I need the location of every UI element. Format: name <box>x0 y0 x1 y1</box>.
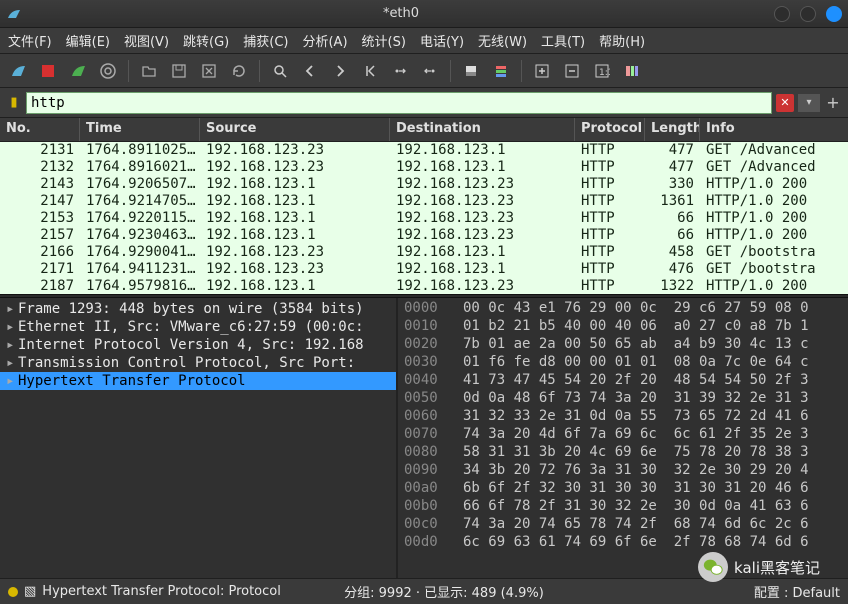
save-file-button[interactable] <box>167 59 191 83</box>
zoom-out-button[interactable] <box>560 59 584 83</box>
hex-line[interactable]: 0090 34 3b 20 72 76 3a 31 30 32 2e 30 29… <box>404 462 842 480</box>
hex-line[interactable]: 00b0 66 6f 78 2f 31 30 32 2e 30 0d 0a 41… <box>404 498 842 516</box>
go-first-button[interactable] <box>388 59 412 83</box>
menu-help[interactable]: 帮助(H) <box>599 31 645 50</box>
go-to-packet-button[interactable] <box>358 59 382 83</box>
status-field: Hypertext Transfer Protocol: Protocol <box>42 584 281 599</box>
find-button[interactable] <box>268 59 292 83</box>
packet-row[interactable]: 21431764.9206507…192.168.123.1192.168.12… <box>0 176 848 193</box>
reload-button[interactable] <box>227 59 251 83</box>
packet-row[interactable]: 21321764.8916021…192.168.123.23192.168.1… <box>0 159 848 176</box>
maximize-button[interactable] <box>800 6 816 22</box>
start-capture-button[interactable] <box>6 59 30 83</box>
col-protocol[interactable]: Protocol <box>575 118 645 141</box>
packet-list[interactable]: 21311764.8911025…192.168.123.23192.168.1… <box>0 142 848 294</box>
clear-filter-button[interactable]: ✕ <box>776 94 794 112</box>
auto-scroll-button[interactable] <box>459 59 483 83</box>
menu-file[interactable]: 文件(F) <box>8 31 52 50</box>
svg-text:1:1: 1:1 <box>599 68 610 78</box>
app-icon <box>6 6 22 22</box>
expert-info-icon[interactable] <box>8 587 18 597</box>
packet-bytes-pane[interactable]: 0000 00 0c 43 e1 76 29 00 0c 29 c6 27 59… <box>398 298 848 578</box>
menu-telephony[interactable]: 电话(Y) <box>420 31 464 50</box>
hex-line[interactable]: 0060 31 32 33 2e 31 0d 0a 55 73 65 72 2d… <box>404 408 842 426</box>
window-controls <box>774 6 842 22</box>
col-destination[interactable]: Destination <box>390 118 575 141</box>
packet-details-pane[interactable]: ▸Frame 1293: 448 bytes on wire (3584 bit… <box>0 298 398 578</box>
menubar: 文件(F) 编辑(E) 视图(V) 跳转(G) 捕获(C) 分析(A) 统计(S… <box>0 28 848 54</box>
packet-row[interactable]: 21711764.9411231…192.168.123.23192.168.1… <box>0 261 848 278</box>
tree-ip[interactable]: ▸Internet Protocol Version 4, Src: 192.1… <box>0 336 396 354</box>
go-back-button[interactable] <box>298 59 322 83</box>
titlebar: *eth0 <box>0 0 848 28</box>
restart-capture-button[interactable] <box>66 59 90 83</box>
window-title: *eth0 <box>28 6 774 21</box>
go-last-button[interactable] <box>418 59 442 83</box>
hex-line[interactable]: 0010 01 b2 21 b5 40 00 40 06 a0 27 c0 a8… <box>404 318 842 336</box>
hex-line[interactable]: 00d0 6c 69 63 61 74 69 6f 6e 2f 78 68 74… <box>404 534 842 552</box>
packet-row[interactable]: 21531764.9220115…192.168.123.1192.168.12… <box>0 210 848 227</box>
menu-view[interactable]: 视图(V) <box>124 31 169 50</box>
packet-row[interactable]: 21661764.9290041…192.168.123.23192.168.1… <box>0 244 848 261</box>
menu-capture[interactable]: 捕获(C) <box>243 31 288 50</box>
col-no[interactable]: No. <box>0 118 80 141</box>
hex-line[interactable]: 0050 0d 0a 48 6f 73 74 3a 20 31 39 32 2e… <box>404 390 842 408</box>
capture-file-icon[interactable]: ▧ <box>24 584 36 599</box>
filter-bar: ▮ ✕ ▾ + <box>0 88 848 118</box>
statusbar: ▧ Hypertext Transfer Protocol: Protocol … <box>0 578 848 604</box>
display-filter-input[interactable] <box>26 92 772 114</box>
status-profile[interactable]: 配置 : Default <box>754 582 840 601</box>
hex-line[interactable]: 0030 01 f6 fe d8 00 00 01 01 08 0a 7c 0e… <box>404 354 842 372</box>
capture-options-button[interactable] <box>96 59 120 83</box>
packet-row[interactable]: 21471764.9214705…192.168.123.1192.168.12… <box>0 193 848 210</box>
menu-go[interactable]: 跳转(G) <box>183 31 229 50</box>
tree-frame[interactable]: ▸Frame 1293: 448 bytes on wire (3584 bit… <box>0 300 396 318</box>
go-forward-button[interactable] <box>328 59 352 83</box>
zoom-reset-button[interactable]: 1:1 <box>590 59 614 83</box>
close-file-button[interactable] <box>197 59 221 83</box>
filter-dropdown-button[interactable]: ▾ <box>798 94 820 112</box>
menu-edit[interactable]: 编辑(E) <box>66 31 110 50</box>
tree-ethernet[interactable]: ▸Ethernet II, Src: VMware_c6:27:59 (00:0… <box>0 318 396 336</box>
hex-line[interactable]: 0020 7b 01 ae 2a 00 50 65 ab a4 b9 30 4c… <box>404 336 842 354</box>
col-info[interactable]: Info <box>700 118 848 141</box>
stop-capture-button[interactable] <box>36 59 60 83</box>
col-source[interactable]: Source <box>200 118 390 141</box>
col-length[interactable]: Length <box>645 118 700 141</box>
zoom-in-button[interactable] <box>530 59 554 83</box>
tree-http[interactable]: ▸Hypertext Transfer Protocol <box>0 372 396 390</box>
hex-line[interactable]: 0080 58 31 31 3b 20 4c 69 6e 75 78 20 78… <box>404 444 842 462</box>
hex-line[interactable]: 0000 00 0c 43 e1 76 29 00 0c 29 c6 27 59… <box>404 300 842 318</box>
packet-list-header: No. Time Source Destination Protocol Len… <box>0 118 848 142</box>
bookmark-icon[interactable]: ▮ <box>6 95 22 110</box>
packet-row[interactable]: 21871764.9579816…192.168.123.1192.168.12… <box>0 278 848 294</box>
col-time[interactable]: Time <box>80 118 200 141</box>
menu-tools[interactable]: 工具(T) <box>541 31 585 50</box>
status-packets: 分组: 9992 · 已显示: 489 (4.9%) <box>344 582 544 601</box>
close-button[interactable] <box>826 6 842 22</box>
menu-analyze[interactable]: 分析(A) <box>302 31 347 50</box>
hex-line[interactable]: 00a0 6b 6f 2f 32 30 31 30 30 31 30 31 20… <box>404 480 842 498</box>
hex-line[interactable]: 00c0 74 3a 20 74 65 78 74 2f 68 74 6d 6c… <box>404 516 842 534</box>
tree-tcp[interactable]: ▸Transmission Control Protocol, Src Port… <box>0 354 396 372</box>
minimize-button[interactable] <box>774 6 790 22</box>
resize-columns-button[interactable] <box>620 59 644 83</box>
menu-statistics[interactable]: 统计(S) <box>362 31 406 50</box>
toolbar: 1:1 <box>0 54 848 88</box>
hex-line[interactable]: 0070 74 3a 20 4d 6f 7a 69 6c 6c 61 2f 35… <box>404 426 842 444</box>
colorize-button[interactable] <box>489 59 513 83</box>
menu-wireless[interactable]: 无线(W) <box>478 31 527 50</box>
packet-row[interactable]: 21571764.9230463…192.168.123.1192.168.12… <box>0 227 848 244</box>
hex-line[interactable]: 0040 41 73 47 45 54 20 2f 20 48 54 54 50… <box>404 372 842 390</box>
open-file-button[interactable] <box>137 59 161 83</box>
packet-row[interactable]: 21311764.8911025…192.168.123.23192.168.1… <box>0 142 848 159</box>
add-filter-button[interactable]: + <box>824 93 842 112</box>
